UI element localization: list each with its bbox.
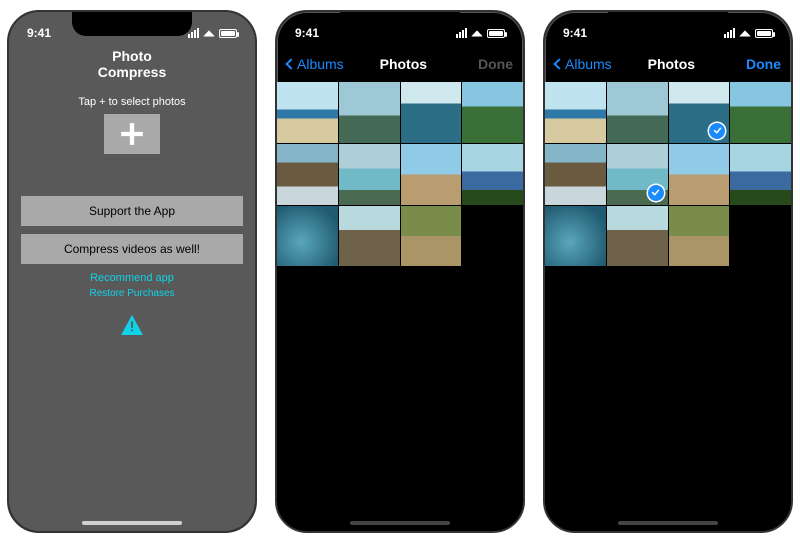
- add-photos-button[interactable]: [104, 114, 160, 154]
- photo-image: [730, 144, 791, 205]
- wifi-icon: [471, 30, 483, 36]
- back-label: Albums: [565, 56, 612, 72]
- photo-image: [607, 206, 668, 267]
- status-time: 9:41: [563, 26, 587, 40]
- photo-thumb-green-hill[interactable]: [462, 82, 523, 143]
- photo-grid: [545, 82, 791, 266]
- photo-thumb-island-view[interactable]: [462, 144, 523, 205]
- photo-thumb-wallaby[interactable]: [669, 206, 730, 267]
- back-label: Albums: [297, 56, 344, 72]
- device-notch: [608, 12, 728, 36]
- photo-thumb-rock-waves[interactable]: [545, 144, 606, 205]
- warning-button[interactable]: [121, 315, 143, 340]
- photo-image: [339, 82, 400, 143]
- done-button-disabled: Done: [463, 56, 513, 72]
- navbar: Albums Photos Done: [277, 46, 523, 82]
- photo-thumb-beach-bay[interactable]: [545, 82, 606, 143]
- wifi-icon: [203, 30, 215, 36]
- status-time: 9:41: [295, 26, 319, 40]
- photo-image: [277, 206, 338, 267]
- photo-thumb-boat-ocean[interactable]: [669, 82, 730, 143]
- home-indicator[interactable]: [82, 521, 182, 525]
- photo-thumb-pool-resort[interactable]: [339, 144, 400, 205]
- navbar: Photo Compress: [9, 46, 255, 82]
- photo-thumb-green-hill[interactable]: [730, 82, 791, 143]
- recommend-app-link[interactable]: Recommend app: [90, 272, 174, 284]
- photo-image: [462, 82, 523, 143]
- app-body: Tap + to select photos Support the App C…: [9, 82, 255, 531]
- restore-purchases-link[interactable]: Restore Purchases: [89, 288, 174, 299]
- photo-thumb-wallaby[interactable]: [401, 206, 462, 267]
- plus-icon: [119, 121, 145, 147]
- photo-image: [607, 82, 668, 143]
- photos-body: [277, 82, 523, 531]
- navbar: Albums Photos Done: [545, 46, 791, 82]
- photo-image: [669, 206, 730, 267]
- select-hint: Tap + to select photos: [78, 96, 185, 108]
- device-photo-picker-unselected: 9:41 Albums Photos Done: [275, 10, 525, 533]
- photo-thumb-beach-bay[interactable]: [277, 82, 338, 143]
- photo-grid: [277, 82, 523, 266]
- battery-icon: [755, 29, 773, 38]
- photo-image: [730, 82, 791, 143]
- page-title: Photos: [344, 56, 463, 72]
- selected-check-icon: [648, 185, 664, 201]
- back-to-albums-button[interactable]: Albums: [287, 56, 344, 72]
- photo-image: [339, 206, 400, 267]
- photo-image: [545, 206, 606, 267]
- home-indicator[interactable]: [618, 521, 718, 525]
- photos-body: [545, 82, 791, 531]
- photo-thumb-snorkel[interactable]: [545, 206, 606, 267]
- photo-image: [669, 144, 730, 205]
- photo-thumb-city-coast[interactable]: [607, 82, 668, 143]
- battery-icon: [219, 29, 237, 38]
- home-indicator[interactable]: [350, 521, 450, 525]
- photo-thumb-pool-resort[interactable]: [607, 144, 668, 205]
- done-button[interactable]: Done: [731, 56, 781, 72]
- photo-thumb-sandy-shore[interactable]: [669, 144, 730, 205]
- photo-image: [545, 144, 606, 205]
- photo-image: [401, 144, 462, 205]
- battery-icon: [487, 29, 505, 38]
- chevron-left-icon: [553, 58, 564, 69]
- warning-icon: [121, 315, 143, 335]
- page-title: Photos: [612, 56, 731, 72]
- photo-thumb-sandy-shore[interactable]: [401, 144, 462, 205]
- compress-videos-button[interactable]: Compress videos as well!: [21, 234, 242, 264]
- selected-check-icon: [709, 123, 725, 139]
- page-title: Photo Compress: [79, 48, 185, 80]
- back-to-albums-button[interactable]: Albums: [555, 56, 612, 72]
- photo-image: [401, 82, 462, 143]
- photo-image: [339, 144, 400, 205]
- device-notch: [72, 12, 192, 36]
- photo-thumb-cliffs[interactable]: [607, 206, 668, 267]
- photo-thumb-cliffs[interactable]: [339, 206, 400, 267]
- photo-image: [277, 144, 338, 205]
- chevron-left-icon: [285, 58, 296, 69]
- device-notch: [340, 12, 460, 36]
- photo-image: [401, 206, 462, 267]
- photo-thumb-city-coast[interactable]: [339, 82, 400, 143]
- wifi-icon: [739, 30, 751, 36]
- photo-thumb-island-view[interactable]: [730, 144, 791, 205]
- device-photo-compress-home: 9:41 Photo Compress Tap + to select phot…: [7, 10, 257, 533]
- support-app-button[interactable]: Support the App: [21, 196, 242, 226]
- photo-thumb-rock-waves[interactable]: [277, 144, 338, 205]
- photo-image: [277, 82, 338, 143]
- photo-thumb-boat-ocean[interactable]: [401, 82, 462, 143]
- status-time: 9:41: [27, 26, 51, 40]
- photo-image: [462, 144, 523, 205]
- photo-thumb-snorkel[interactable]: [277, 206, 338, 267]
- photo-image: [545, 82, 606, 143]
- device-photo-picker-selected: 9:41 Albums Photos Done: [543, 10, 793, 533]
